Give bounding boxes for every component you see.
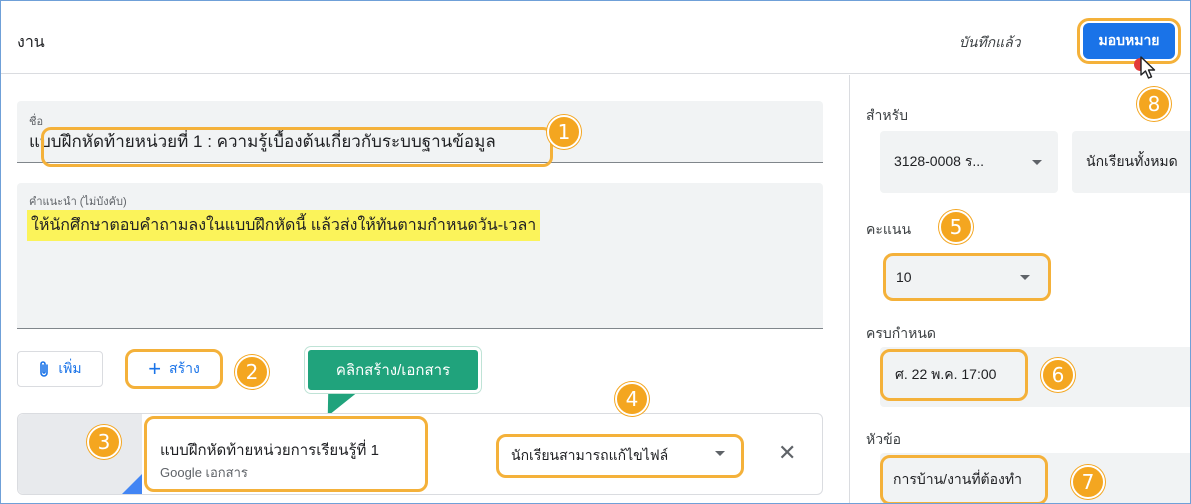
topic-select[interactable]: การบ้าน/งานที่ต้องทำ <box>880 455 1048 503</box>
settings-panel: สำหรับ 3128-0008 ร... นักเรียนทั้งหมด คะ… <box>850 75 1190 503</box>
assign-button[interactable]: มอบหมาย <box>1083 23 1175 59</box>
assignment-editor: งาน บันทึกแล้ว มอบหมาย ชื่อ แบบฝึกหัดท้า… <box>0 0 1191 504</box>
close-icon[interactable]: ✕ <box>778 440 796 466</box>
step-badge-2: 2 <box>235 355 269 389</box>
step-badge-5: 5 <box>939 210 973 244</box>
step-badge-4: 4 <box>615 382 649 416</box>
page-title: งาน <box>17 34 45 51</box>
class-value: 3128-0008 ร... <box>894 153 985 169</box>
due-date-button[interactable]: ศ. 22 พ.ค. 17:00 <box>880 349 1028 401</box>
step-badge-1: 1 <box>547 115 581 149</box>
create-button[interactable]: + สร้าง <box>125 349 223 389</box>
create-document-callout: คลิกสร้าง/เอกสาร <box>305 347 481 393</box>
file-permission-value: นักเรียนสามารถแก้ไขไฟล์ <box>511 447 669 463</box>
docs-corner-mark <box>122 474 142 494</box>
title-field[interactable]: ชื่อ แบบฝึกหัดท้ายหน่วยที่ 1 : ความรู้เบ… <box>17 101 823 167</box>
title-highlight-outline <box>41 127 553 167</box>
points-value: 10 <box>896 269 912 285</box>
due-value: ศ. 22 พ.ค. 17:00 <box>895 366 997 382</box>
points-label: คะแนน <box>866 221 912 237</box>
add-label: เพิ่ม <box>58 360 82 376</box>
step-badge-7: 7 <box>1071 465 1105 499</box>
create-label: สร้าง <box>169 360 200 376</box>
main-form: ชื่อ แบบฝึกหัดท้ายหน่วยที่ 1 : ความรู้เบ… <box>1 75 849 503</box>
paperclip-icon <box>40 361 49 377</box>
due-label: ครบกำหนด <box>866 325 936 341</box>
attachment-title[interactable]: แบบฝึกหัดท้ายหน่วยการเรียนรู้ที่ 1 <box>160 438 379 462</box>
plus-icon: + <box>148 356 162 381</box>
header-bar: งาน บันทึกแล้ว มอบหมาย <box>1 1 1190 79</box>
saved-status: บันทึกแล้ว <box>959 34 1021 50</box>
students-select[interactable]: นักเรียนทั้งหมด <box>1072 131 1190 193</box>
instructions-field[interactable]: คำแนะนำ (ไม่บังคับ) ให้นักศึกษาตอบคำถามล… <box>17 183 823 329</box>
step-badge-6: 6 <box>1041 358 1075 392</box>
attachment-type: Google เอกสาร <box>160 465 248 480</box>
topic-value: การบ้าน/งานที่ต้องทำ <box>893 471 1022 487</box>
attachment-card[interactable]: แบบฝึกหัดท้ายหน่วยการเรียนรู้ที่ 1 Googl… <box>17 413 823 495</box>
chevron-down-icon <box>1032 160 1042 165</box>
for-label: สำหรับ <box>866 107 909 123</box>
chevron-down-icon <box>1020 275 1030 280</box>
file-permission-select[interactable]: นักเรียนสามารถแก้ไขไฟล์ <box>496 434 744 478</box>
students-value: นักเรียนทั้งหมด <box>1086 153 1178 169</box>
class-select[interactable]: 3128-0008 ร... <box>880 131 1058 193</box>
chevron-down-icon <box>715 451 725 456</box>
step-badge-8: 8 <box>1137 87 1171 121</box>
topic-label: หัวข้อ <box>866 431 902 447</box>
add-button[interactable]: เพิ่ม <box>17 351 103 387</box>
points-select[interactable]: 10 <box>883 253 1051 301</box>
step-badge-3: 3 <box>87 425 121 459</box>
document-thumbnail[interactable] <box>18 414 142 494</box>
instructions-value[interactable]: ให้นักศึกษาตอบคำถามลงในแบบฝึกหัดนี้ แล้ว… <box>27 210 541 241</box>
instructions-label: คำแนะนำ (ไม่บังคับ) <box>29 196 127 208</box>
